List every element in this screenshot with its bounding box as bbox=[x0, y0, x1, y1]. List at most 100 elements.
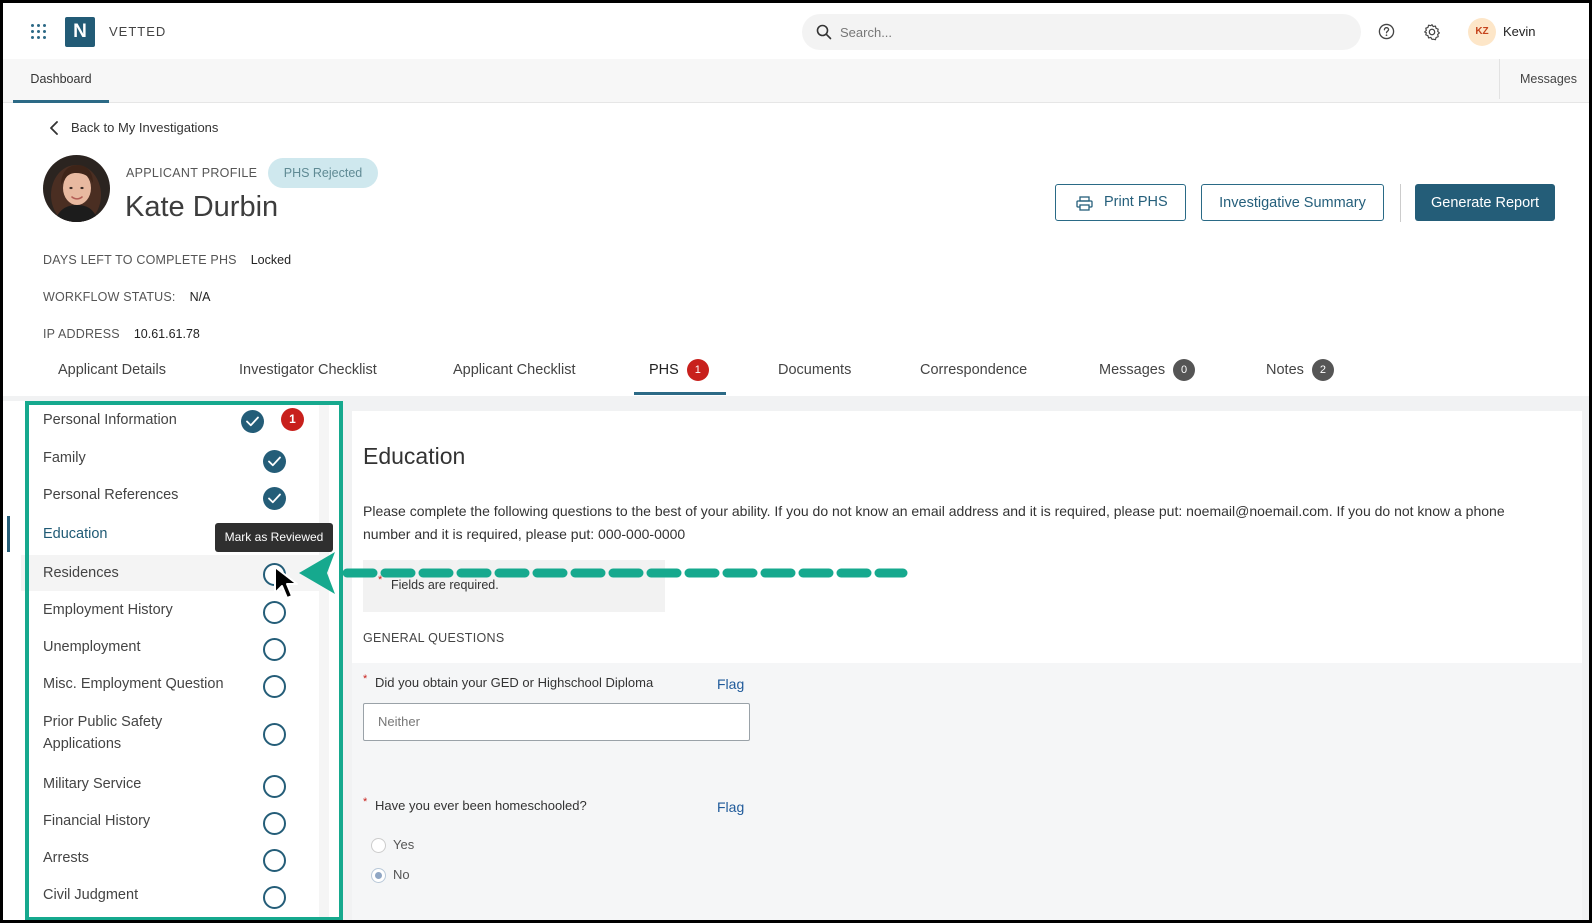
section-title: Education bbox=[363, 443, 466, 469]
investigative-summary-button[interactable]: Investigative Summary bbox=[1201, 184, 1384, 221]
user-name[interactable]: Kevin bbox=[1503, 24, 1536, 39]
mark-reviewed-circle-icon[interactable] bbox=[263, 812, 286, 835]
sidebar-item-label: Residences bbox=[43, 565, 119, 581]
nav-tab-dashboard[interactable]: Dashboard bbox=[13, 59, 109, 103]
days-left-row: DAYS LEFT TO COMPLETE PHS Locked bbox=[43, 253, 291, 267]
radio-label: Yes bbox=[393, 837, 415, 852]
radio-button[interactable] bbox=[371, 868, 386, 883]
ip-address-row: IP ADDRESS 10.61.61.78 bbox=[43, 327, 200, 341]
required-note-text: Fields are required. bbox=[391, 578, 499, 592]
search-icon bbox=[816, 24, 832, 40]
mark-reviewed-circle-icon[interactable] bbox=[263, 563, 286, 586]
question-ged-label: Did you obtain your GED or Highschool Di… bbox=[375, 675, 654, 690]
sidebar-item-label: Misc. Employment Question bbox=[43, 676, 224, 692]
sidebar-item-label: Financial History bbox=[43, 813, 151, 829]
profile-section-label: APPLICANT PROFILE bbox=[126, 166, 258, 180]
tab-count-badge: 2 bbox=[1311, 359, 1334, 381]
mark-reviewed-circle-icon[interactable] bbox=[263, 849, 286, 872]
print-phs-button[interactable]: Print PHS bbox=[1055, 184, 1186, 221]
tab-phs[interactable]: PHS 1 bbox=[634, 353, 726, 395]
chevron-left-icon bbox=[50, 121, 58, 135]
tab-applicant-checklist[interactable]: Applicant Checklist bbox=[453, 353, 576, 395]
required-asterisk-icon: * bbox=[363, 673, 368, 685]
sidebar-item-employment-history[interactable]: Employment History bbox=[21, 593, 321, 629]
tab-applicant-details[interactable]: Applicant Details bbox=[58, 353, 166, 395]
tab-messages[interactable]: Messages 0 bbox=[1099, 353, 1196, 395]
flag-question-link[interactable]: Flag bbox=[717, 799, 744, 815]
sidebar-item-personal-information[interactable]: Personal Information 1 bbox=[21, 405, 321, 439]
mark-reviewed-circle-icon[interactable] bbox=[263, 638, 286, 661]
sidebar-item-unemployment[interactable]: Unemployment bbox=[21, 631, 321, 667]
radio-button[interactable] bbox=[371, 838, 386, 853]
tab-notes[interactable]: Notes 2 bbox=[1266, 353, 1334, 395]
reviewed-check-icon[interactable] bbox=[263, 487, 286, 510]
mark-reviewed-tooltip: Mark as Reviewed bbox=[215, 523, 333, 552]
status-badge: PHS Rejected bbox=[268, 158, 378, 188]
mark-reviewed-circle-icon[interactable] bbox=[263, 723, 286, 746]
tab-correspondence[interactable]: Correspondence bbox=[920, 353, 1027, 395]
divider bbox=[1400, 184, 1401, 222]
nav-bar: Dashboard Messages bbox=[3, 59, 1589, 103]
sidebar-item-label: Education bbox=[43, 526, 108, 542]
required-asterisk-icon: * bbox=[363, 796, 368, 808]
sidebar-item-label: Unemployment bbox=[43, 639, 141, 655]
days-left-value: Locked bbox=[250, 253, 292, 267]
brand-name: VETTED bbox=[109, 24, 167, 39]
generate-report-button[interactable]: Generate Report bbox=[1415, 184, 1555, 221]
workflow-status-value: N/A bbox=[189, 290, 211, 304]
ip-address-label: IP ADDRESS bbox=[43, 327, 120, 341]
reviewed-check-icon[interactable] bbox=[241, 410, 264, 433]
general-questions-heading: GENERAL QUESTIONS bbox=[363, 631, 505, 645]
mark-reviewed-circle-icon[interactable] bbox=[263, 775, 286, 798]
reviewed-check-icon[interactable] bbox=[263, 450, 286, 473]
sidebar-item-misc-employment-question[interactable]: Misc. Employment Question bbox=[21, 669, 321, 705]
sidebar-item-arrests[interactable]: Arrests bbox=[21, 847, 321, 883]
questions-panel bbox=[352, 663, 1582, 920]
sidebar-item-residences[interactable]: Residences bbox=[21, 555, 321, 591]
sidebar-item-education[interactable]: Education bbox=[7, 516, 197, 552]
sidebar-item-prior-public-safety-applications[interactable]: Prior Public Safety Applications bbox=[21, 707, 321, 757]
days-left-label: DAYS LEFT TO COMPLETE PHS bbox=[43, 253, 237, 267]
sidebar-item-label: Personal References bbox=[43, 487, 179, 503]
tab-label: Applicant Details bbox=[58, 362, 166, 378]
tab-label: Messages bbox=[1099, 362, 1166, 378]
ip-address-value: 10.61.61.78 bbox=[133, 327, 200, 341]
help-icon[interactable] bbox=[1378, 23, 1395, 40]
flag-question-link[interactable]: Flag bbox=[717, 676, 744, 692]
sidebar-item-label: Employment History bbox=[43, 602, 173, 618]
nav-messages[interactable]: Messages bbox=[1499, 59, 1589, 99]
sidebar-item-label: Military Service bbox=[43, 776, 142, 792]
sidebar-item-label: Personal Information bbox=[43, 412, 177, 428]
tab-documents[interactable]: Documents bbox=[778, 353, 851, 395]
mark-reviewed-circle-icon[interactable] bbox=[263, 675, 286, 698]
sidebar-item-personal-references[interactable]: Personal References bbox=[21, 480, 321, 514]
sidebar-item-label: Family bbox=[43, 450, 86, 466]
tab-label: Correspondence bbox=[920, 362, 1028, 378]
sidebar-item-civil-judgment[interactable]: Civil Judgment bbox=[21, 885, 321, 920]
back-link[interactable]: Back to My Investigations bbox=[49, 120, 218, 135]
tab-label: Notes bbox=[1266, 362, 1304, 378]
tab-count-badge: 0 bbox=[1173, 359, 1196, 381]
search-input[interactable] bbox=[840, 22, 1320, 42]
apps-grid-icon[interactable] bbox=[31, 24, 47, 40]
print-phs-label: Print PHS bbox=[1104, 194, 1168, 210]
profile-tabs: Applicant Details Investigator Checklist… bbox=[3, 353, 1589, 395]
user-avatar[interactable]: KZ bbox=[1468, 18, 1496, 46]
section-description: Please complete the following questions … bbox=[363, 503, 1505, 542]
workflow-status-label: WORKFLOW STATUS: bbox=[43, 290, 176, 304]
sidebar-item-family[interactable]: Family bbox=[21, 443, 321, 477]
applicant-name: Kate Durbin bbox=[125, 191, 279, 223]
gear-icon[interactable] bbox=[1423, 23, 1441, 41]
sidebar-item-financial-history[interactable]: Financial History bbox=[21, 809, 321, 845]
tab-investigator-checklist[interactable]: Investigator Checklist bbox=[239, 353, 377, 395]
sidebar-item-label: Civil Judgment bbox=[43, 887, 139, 903]
mark-reviewed-circle-icon[interactable] bbox=[263, 601, 286, 624]
sidebar-item-military-service[interactable]: Military Service bbox=[21, 771, 321, 807]
tab-label: Documents bbox=[778, 362, 852, 378]
ged-select[interactable]: Neither bbox=[363, 703, 750, 741]
mark-reviewed-circle-icon[interactable] bbox=[263, 886, 286, 909]
printer-icon bbox=[1076, 196, 1093, 211]
logo[interactable]: N bbox=[65, 17, 95, 47]
top-bar: N VETTED KZ Kevin bbox=[3, 3, 1589, 59]
search-bar[interactable] bbox=[802, 14, 1361, 50]
